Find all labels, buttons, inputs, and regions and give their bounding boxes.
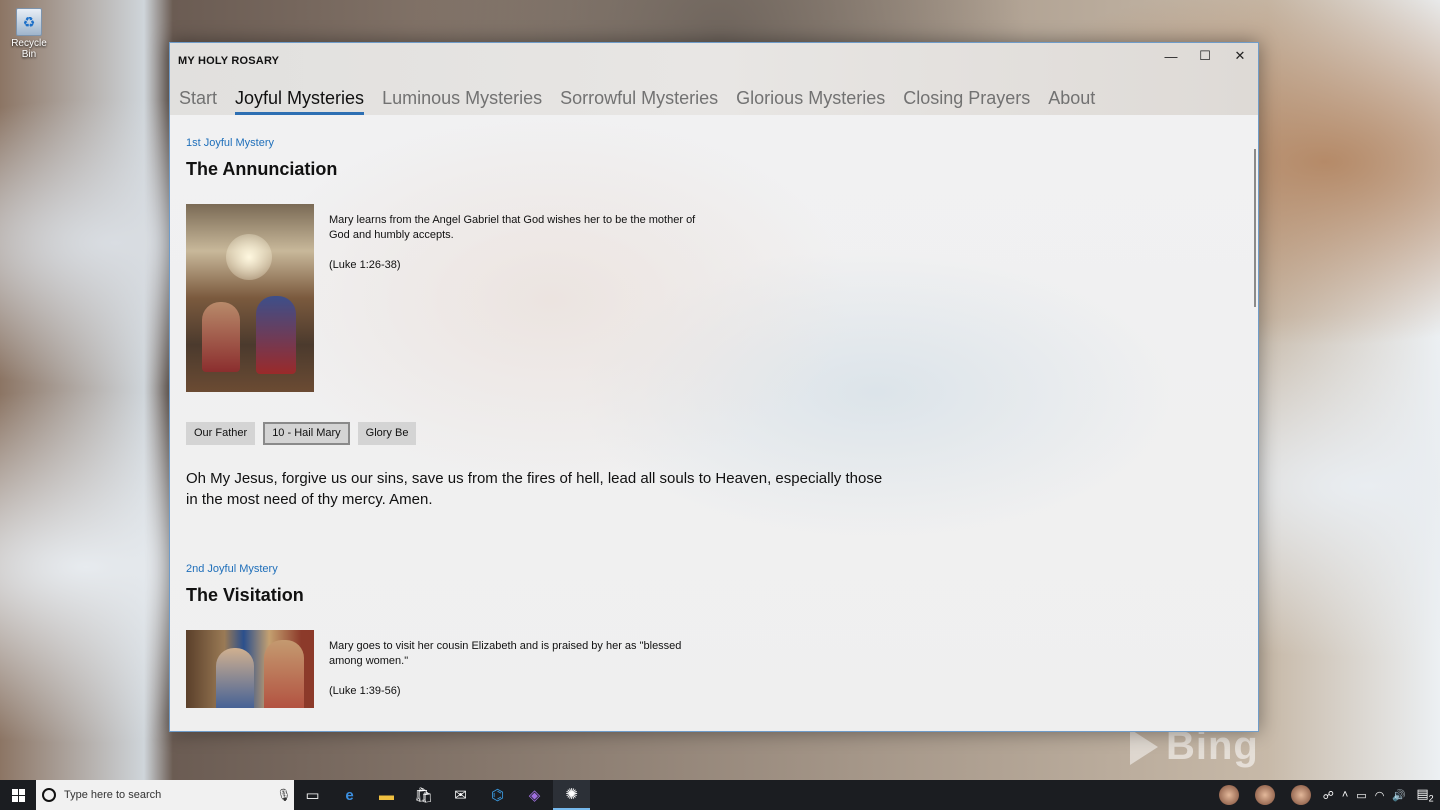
mystery-body: Mary learns from the Angel Gabriel that … [186,204,896,392]
mystery-text: Mary goes to visit her cousin Elizabeth … [329,639,699,708]
taskbar: Type here to search 🎙 ▭ e ▬ 🛍 ✉ ⌬ ◈ ✺ ☍ … [0,780,1440,810]
recycle-bin[interactable]: ♻ Recycle Bin [4,8,54,60]
vertical-scrollbar[interactable] [1254,149,1256,307]
mail-icon[interactable]: ✉ [442,780,479,810]
wifi-icon[interactable]: ◠ [1375,789,1385,802]
visual-studio-icon[interactable]: ◈ [516,780,553,810]
mystery-text: Mary learns from the Angel Gabriel that … [329,213,699,392]
cortana-icon [42,788,56,802]
painting-mary-figure [256,296,296,374]
store-icon[interactable]: 🛍 [405,780,442,810]
show-hidden-icons-chevron-icon[interactable]: ˄ [1342,789,1348,801]
scripture-reference: (Luke 1:39-56) [329,685,401,697]
tab-joyful-mysteries[interactable]: Joyful Mysteries [226,85,373,115]
recycle-bin-label: Recycle Bin [11,38,47,60]
prayer-text: Oh My Jesus, forgive us our sins, save u… [186,470,883,508]
mystery-body: Mary goes to visit her cousin Elizabeth … [186,630,699,708]
taskbar-search[interactable]: Type here to search 🎙 [36,780,294,810]
painting-elizabeth-figure [264,640,304,708]
window-controls: — ☐ ✕ [1154,43,1258,69]
system-tray: ☍ ˄ ▭ ◠ 🔊 ▤2 [1211,780,1440,810]
mystery-section: 2nd Joyful Mystery The Visitation Mary g… [186,563,699,708]
annunciation-painting [186,204,314,392]
scripture-reference: (Luke 1:26-38) [329,259,401,271]
file-explorer-icon[interactable]: ▬ [368,780,405,810]
bing-logo-icon [1130,729,1158,765]
mystery-section: 1st Joyful Mystery The Annunciation Mary… [186,137,896,510]
mystery-description: Mary learns from the Angel Gabriel that … [329,214,696,241]
windows-logo-icon [11,788,25,802]
people-icon[interactable]: ☍ [1323,789,1334,802]
microphone-icon[interactable]: 🎙 [274,788,294,802]
mysteries-content[interactable]: 1st Joyful Mystery The Annunciation Mary… [170,115,1258,731]
rosary-app-icon[interactable]: ✺ [553,780,590,810]
our-father-button[interactable]: Our Father [186,422,256,445]
tab-start[interactable]: Start [179,85,226,115]
mystery-title: The Annunciation [186,159,338,179]
contact-avatar[interactable] [1290,785,1311,805]
start-button[interactable] [0,780,36,810]
main-navigation: Start Joyful Mysteries Luminous Mysterie… [179,85,1104,115]
minimize-button[interactable]: — [1154,43,1188,69]
contact-avatar[interactable] [1254,785,1275,805]
mystery-description: Mary goes to visit her cousin Elizabeth … [329,640,682,667]
edge-icon[interactable]: e [331,780,368,810]
prayer-buttons: Our Father 10 - Hail Mary Glory Be [186,422,896,445]
tab-sorrowful-mysteries[interactable]: Sorrowful Mysteries [551,85,727,115]
maximize-button[interactable]: ☐ [1188,43,1222,69]
contact-avatar[interactable] [1218,785,1239,805]
notification-count: 2 [1428,793,1434,804]
glory-be-button[interactable]: Glory Be [357,422,417,445]
app-title: MY HOLY ROSARY [178,55,280,67]
vscode-icon[interactable]: ⌬ [479,780,516,810]
tab-glorious-mysteries[interactable]: Glorious Mysteries [727,85,894,115]
painting-mary-figure [216,648,254,708]
action-center-icon[interactable]: ▤2 [1410,786,1440,804]
tab-about[interactable]: About [1039,85,1104,115]
tab-luminous-mysteries[interactable]: Luminous Mysteries [373,85,551,115]
recycle-bin-icon: ♻ [16,8,42,36]
tab-closing-prayers[interactable]: Closing Prayers [894,85,1039,115]
app-window: MY HOLY ROSARY — ☐ ✕ Start Joyful Myster… [169,42,1259,732]
task-view-icon[interactable]: ▭ [294,780,331,810]
visitation-painting [186,630,314,708]
battery-icon[interactable]: ▭ [1356,789,1366,802]
close-button[interactable]: ✕ [1222,43,1258,69]
mystery-title: The Visitation [186,585,304,605]
mystery-number: 1st Joyful Mystery [186,137,275,149]
title-bar: MY HOLY ROSARY — ☐ ✕ Start Joyful Myster… [170,43,1258,115]
painting-angel-figure [202,302,240,372]
volume-icon[interactable]: 🔊 [1392,789,1406,802]
hail-mary-button[interactable]: 10 - Hail Mary [263,422,350,445]
painting-light [226,234,272,280]
mystery-number: 2nd Joyful Mystery [186,563,278,575]
search-placeholder: Type here to search [64,789,162,801]
